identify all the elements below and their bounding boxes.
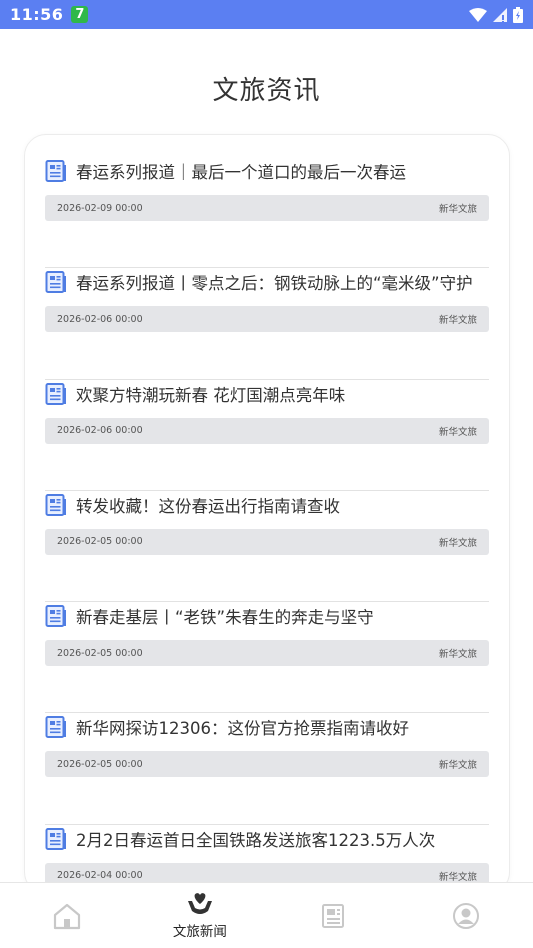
- document-icon: [45, 382, 66, 405]
- document-icon: [45, 605, 66, 628]
- news-item[interactable]: 春运系列报道｜最后一个道口的最后一次春运 2026-02-09 00:00 新华文旅: [45, 157, 489, 269]
- news-meta-bar: 2026-02-05 00:00 新华文旅: [45, 528, 489, 555]
- wifi-icon: [469, 7, 487, 22]
- news-source: 新华文旅: [438, 315, 477, 327]
- news-meta-bar: 2026-02-05 00:00 新华文旅: [45, 640, 489, 667]
- news-source: 新华文旅: [438, 537, 477, 549]
- battery-icon: [513, 6, 523, 23]
- news-date: 2026-02-04 00:00: [57, 870, 143, 882]
- news-item[interactable]: 新华网探访12306：这份官方抢票指南请收好 2026-02-05 00:00 新华…: [45, 713, 489, 825]
- news-item[interactable]: 欢聚方特潮玩新春 花灯国潮点亮年味 2026-02-06 00:00 新华文旅: [45, 380, 489, 491]
- news-title: 新春走基层丨“老铁”朱春生的奔走与坚守: [76, 608, 374, 628]
- news-source: 新华文旅: [438, 204, 477, 215]
- page-title: 文旅资讯: [212, 76, 321, 106]
- document-icon: [45, 493, 66, 516]
- news-meta-bar: 2026-02-06 00:00 新华文旅: [45, 306, 489, 333]
- news-title-row: 春运系列报道丨零点之后：钢铁动脉上的“毫米级”守护: [45, 268, 489, 296]
- tab-label: 文旅新闻: [172, 923, 227, 940]
- news-title: 春运系列报道丨零点之后：钢铁动脉上的“毫米级”守护: [76, 274, 473, 294]
- news-title-row: 新华网探访12306：这份官方抢票指南请收好: [45, 713, 489, 741]
- tab-home[interactable]: [0, 883, 133, 948]
- document-icon: [45, 716, 66, 739]
- news-title: 2月2日春运首日全国铁路发送旅客1223.5万人次: [76, 830, 436, 850]
- news-item[interactable]: 新春走基层丨“老铁”朱春生的奔走与坚守 2026-02-05 00:00 新华文旅: [45, 602, 489, 714]
- newspaper-icon: [322, 903, 345, 928]
- news-title-row: 新春走基层丨“老铁”朱春生的奔走与坚守: [45, 602, 489, 630]
- status-time: 11:56: [10, 5, 64, 24]
- home-icon: [53, 903, 80, 929]
- document-icon: [45, 271, 66, 294]
- tab-culture-news[interactable]: 文旅新闻: [133, 883, 266, 948]
- news-meta-bar: 2026-02-09 00:00 新华文旅: [45, 195, 489, 221]
- news-item[interactable]: 转发收藏！这份春运出行指南请查收 2026-02-05 00:00 新华文旅: [45, 491, 489, 603]
- news-date: 2026-02-06 00:00: [57, 425, 143, 437]
- news-date: 2026-02-05 00:00: [57, 758, 143, 770]
- news-meta-bar: 2026-02-06 00:00 新华文旅: [45, 417, 489, 444]
- news-title-row: 2月2日春运首日全国铁路发送旅客1223.5万人次: [45, 825, 489, 853]
- status-bar: 11:56 7: [0, 0, 533, 29]
- tab-profile[interactable]: [400, 883, 533, 948]
- news-source: 新华文旅: [438, 649, 477, 661]
- news-list: 春运系列报道｜最后一个道口的最后一次春运 2026-02-09 00:00 新华文旅…: [45, 157, 489, 893]
- news-date: 2026-02-09 00:00: [57, 202, 143, 214]
- news-title-row: 春运系列报道｜最后一个道口的最后一次春运: [45, 157, 489, 185]
- news-meta-bar: 2026-02-05 00:00 新华文旅: [45, 751, 489, 778]
- user-icon: [453, 902, 480, 929]
- news-card: 春运系列报道｜最后一个道口的最后一次春运 2026-02-09 00:00 新华文旅…: [24, 134, 510, 894]
- news-date: 2026-02-06 00:00: [57, 313, 143, 325]
- news-item[interactable]: 春运系列报道丨零点之后：钢铁动脉上的“毫米级”守护 2026-02-06 00:0…: [45, 268, 489, 380]
- bottom-tab-bar: 文旅新闻: [0, 882, 533, 948]
- news-title: 春运系列报道｜最后一个道口的最后一次春运: [76, 163, 406, 182]
- news-date: 2026-02-05 00:00: [57, 536, 143, 548]
- status-icons: [469, 6, 523, 23]
- news-title: 新华网探访12306：这份官方抢票指南请收好: [76, 719, 409, 739]
- news-title: 转发收藏！这份春运出行指南请查收: [76, 496, 340, 516]
- news-source: 新华文旅: [438, 760, 477, 772]
- tab-newspaper[interactable]: [267, 883, 400, 948]
- signal-icon: [493, 7, 507, 22]
- news-date: 2026-02-05 00:00: [57, 647, 143, 659]
- notification-badge: 7: [71, 6, 89, 23]
- heart-hand-icon: [187, 892, 212, 914]
- news-title-row: 转发收藏！这份春运出行指南请查收: [45, 491, 489, 519]
- document-icon: [45, 160, 66, 182]
- news-source: 新华文旅: [438, 426, 477, 438]
- news-title-row: 欢聚方特潮玩新春 花灯国潮点亮年味: [45, 380, 489, 408]
- news-source: 新华文旅: [438, 871, 477, 883]
- document-icon: [45, 827, 66, 850]
- news-title: 欢聚方特潮玩新春 花灯国潮点亮年味: [76, 385, 346, 405]
